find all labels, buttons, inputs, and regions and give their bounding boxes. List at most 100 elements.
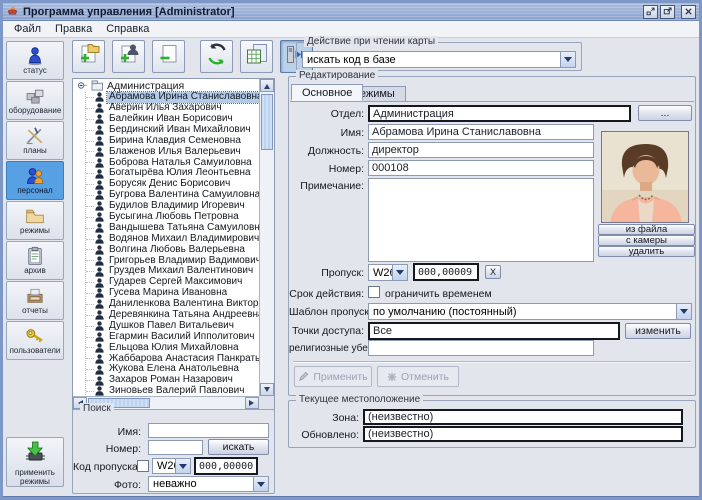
app-icon [6,3,19,21]
export-button[interactable] [240,40,273,73]
department-browse-button[interactable]: ... [638,105,692,121]
chevron-down-icon[interactable] [175,459,190,473]
search-name-input[interactable] [148,423,269,438]
tree-person-row[interactable]: Душков Павел Витальевич [73,321,259,332]
pass-clear-button[interactable]: X [485,265,501,279]
add-department-icon [77,42,101,71]
close-button[interactable] [681,5,696,19]
sidebar-item-equipment[interactable]: оборудование [6,81,64,120]
person-icon [95,245,104,255]
menu-edit[interactable]: Правка [48,22,99,36]
tree-vertical-scrollbar [259,79,274,396]
menu-help[interactable]: Справка [99,22,156,36]
search-passcode-format-combo[interactable]: W26 [152,458,191,474]
add-person-button[interactable] [112,40,145,73]
person-icon [95,332,104,342]
pass-template-combo[interactable]: по умолчанию (постоянный) [368,303,692,320]
search-number-input[interactable] [148,440,203,455]
tree-person-row[interactable]: Зиновьев Валерий Павлович [73,386,259,396]
sidebar-item-archive[interactable]: архив [6,241,64,280]
personnel-tree: Администрация Абрамова Ирина Станиславов… [72,78,275,410]
template-label: Шаблон пропуска: [289,306,364,318]
scroll-right-button[interactable] [245,397,259,409]
search-passcode-checkbox[interactable] [137,460,149,472]
modes-icon [24,206,46,226]
tree-person-row[interactable]: Егармин Василий Ипполитович [73,332,259,343]
note-label: Примечание: [289,180,364,192]
scroll-down-button[interactable] [260,383,274,396]
tree-person-row[interactable]: Блаженов Илья Валерьевич [73,146,259,157]
access-points-label: Точки доступа: [289,325,364,337]
app-window: Программа управления [Administrator] Фай… [0,0,702,500]
sidebar-item-users[interactable]: пользователи [6,321,64,360]
person-icon [95,321,104,331]
person-icon [95,201,104,211]
chevron-down-icon[interactable] [676,304,691,319]
menu-file[interactable]: Файл [7,22,48,36]
sidebar-item-reports[interactable]: отчеты [6,281,64,320]
apply-modes-label-2: режимы [20,477,50,486]
name-field[interactable] [368,124,594,140]
updated-field[interactable] [363,426,683,442]
person-icon [95,310,104,320]
vertical-scroll-thumb[interactable] [261,94,273,150]
titlebar[interactable]: Программа управления [Administrator] [3,3,699,21]
sidebar-apply-modes-button[interactable]: применить режимы [6,437,64,487]
minimize-button[interactable] [643,5,658,19]
search-passcode-input[interactable] [194,457,258,475]
tree-rows: Администрация Абрамова Ирина Станиславов… [73,79,259,396]
photo-from-camera-button[interactable]: с камеры [598,235,695,246]
person-icon [95,343,104,353]
add-department-button[interactable] [72,40,105,73]
person-icon [95,234,104,244]
zone-field[interactable] [363,409,683,425]
department-field[interactable] [368,105,631,122]
chevron-down-icon[interactable] [560,52,575,67]
tree-person-row[interactable]: Бердинский Иван Михайлович [73,125,259,136]
access-change-button[interactable]: изменить [625,323,691,339]
photo-delete-button[interactable]: удалить [598,246,695,257]
refresh-button[interactable] [200,40,233,73]
photo-from-file-button[interactable]: из файла [598,224,695,235]
search-button[interactable]: искать [208,439,269,455]
position-field[interactable] [368,142,594,158]
export-icon [245,42,269,71]
person-icon [95,288,104,298]
remove-button[interactable] [152,40,185,73]
sidebar-item-status[interactable]: статус [6,41,64,80]
person-icon [95,114,104,124]
pass-label: Пропуск: [289,267,364,279]
search-photo-combo[interactable]: неважно [148,476,269,492]
chevron-down-icon[interactable] [253,477,268,491]
person-icon [95,278,104,288]
sidebar-item-modes[interactable]: режимы [6,201,64,240]
limit-time-checkbox[interactable] [368,286,380,298]
sidebar-item-personnel[interactable]: персонал [6,161,64,200]
religion-field[interactable] [368,340,594,356]
card-action-group: Действие при чтении карты искать код в б… [296,42,582,71]
tree-person-row[interactable]: Вандышева Татьяна Самуиловна [73,223,259,234]
tree-person-row[interactable]: Водянов Михаил Владимирович [73,234,259,245]
tree-person-row[interactable]: Ельцова Юлия Михайловна [73,342,259,353]
validity-label: Срок действия: [289,288,364,300]
person-photo [601,131,689,223]
status-icon [24,46,46,66]
users-icon [24,326,46,346]
person-icon [95,212,104,222]
apply-button[interactable]: Применить [294,366,372,387]
note-textarea[interactable] [368,178,594,262]
card-action-combo[interactable]: искать код в базе [302,51,576,68]
scroll-up-button[interactable] [260,79,274,92]
maximize-button[interactable] [660,5,675,19]
religion-label: религиозные убе... [289,343,365,354]
tab-main[interactable]: Основное [291,84,363,101]
chevron-down-icon[interactable] [392,265,407,280]
pass-code-field[interactable] [413,263,479,281]
number-field[interactable] [368,160,594,176]
tree-person-row[interactable]: Волгина Любовь Валерьевна [73,244,259,255]
sidebar-item-plans[interactable]: планы [6,121,64,160]
access-points-field[interactable] [368,322,620,340]
cancel-button[interactable]: Отменить [377,366,459,387]
pass-format-combo[interactable]: W26 [368,264,408,281]
tree-person-row[interactable]: Бирина Клавдия Семеновна [73,136,259,147]
